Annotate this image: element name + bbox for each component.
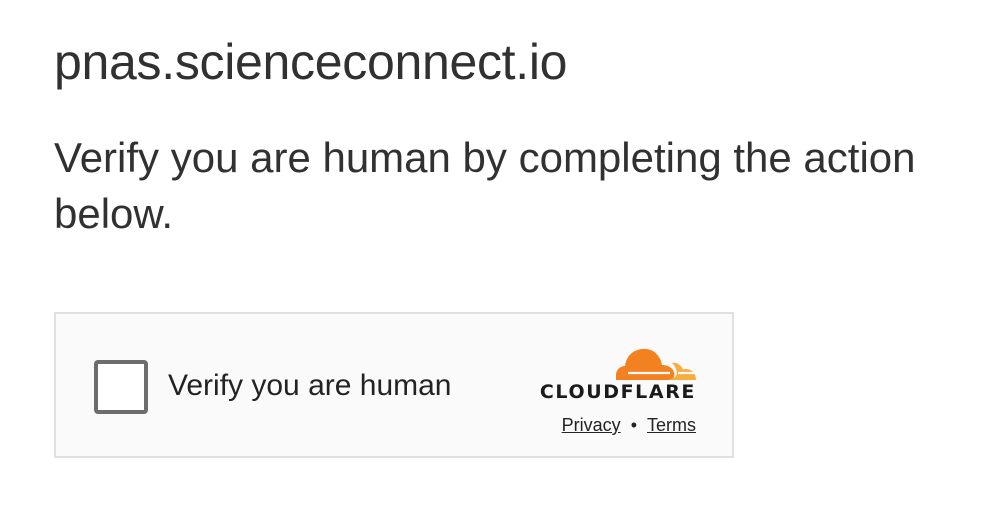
privacy-link[interactable]: Privacy xyxy=(562,415,621,435)
policy-links: Privacy • Terms xyxy=(562,414,696,436)
verify-checkbox-label[interactable]: Verify you are human xyxy=(168,366,452,406)
verification-instruction: Verify you are human by completing the a… xyxy=(54,134,916,237)
cloudflare-branding: CLOUDFLARE Privacy • Terms xyxy=(516,340,696,436)
link-separator: • xyxy=(630,415,637,435)
site-host-title: pnas.scienceconnect.io xyxy=(54,34,568,90)
turnstile-widget: Verify you are human CLOUDFLARE Privacy •… xyxy=(54,312,734,458)
verify-checkbox[interactable] xyxy=(94,360,148,414)
cloudflare-cloud-icon xyxy=(616,348,696,380)
cloudflare-wordmark: CLOUDFLARE xyxy=(539,381,696,403)
terms-link[interactable]: Terms xyxy=(647,415,696,435)
